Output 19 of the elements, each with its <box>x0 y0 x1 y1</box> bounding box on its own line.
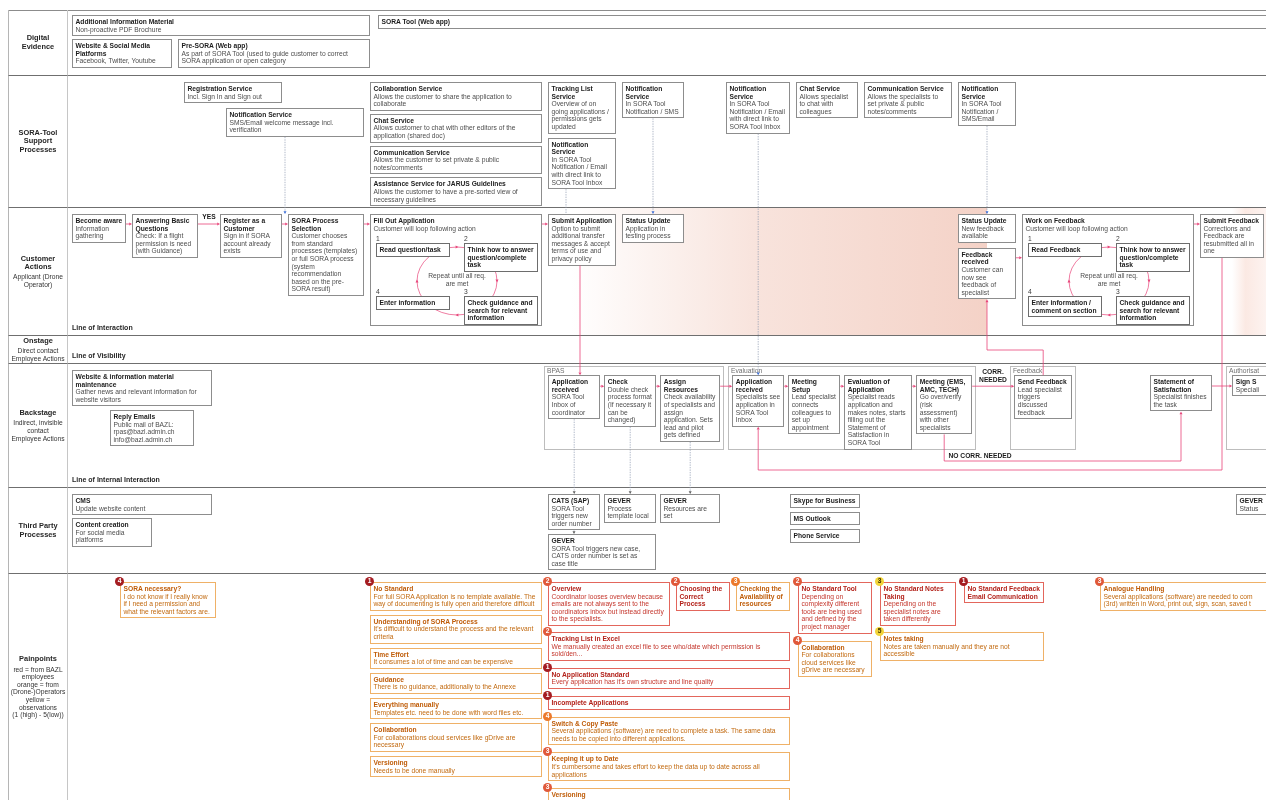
flow-arrow <box>197 222 220 226</box>
dotted-arrow <box>688 441 692 494</box>
flow-arrow <box>655 384 661 388</box>
flow-arrow <box>839 384 845 388</box>
flow-arrow <box>541 222 548 226</box>
flow-arrow <box>599 384 605 388</box>
flow-arrow <box>1211 384 1233 388</box>
flow-arrow <box>125 222 132 226</box>
dotted-arrow <box>572 530 576 534</box>
flow-arrow <box>363 222 370 226</box>
flow-arrow <box>971 384 1015 388</box>
dotted-line <box>565 188 567 215</box>
flow-arrow <box>1193 222 1200 226</box>
flow-arrow <box>783 384 789 388</box>
flow-arrow <box>1015 256 1022 260</box>
dotted-arrow <box>628 426 632 494</box>
flow-arrow <box>719 384 733 388</box>
flow-arrow <box>911 384 917 388</box>
flow-arrow <box>281 222 288 226</box>
